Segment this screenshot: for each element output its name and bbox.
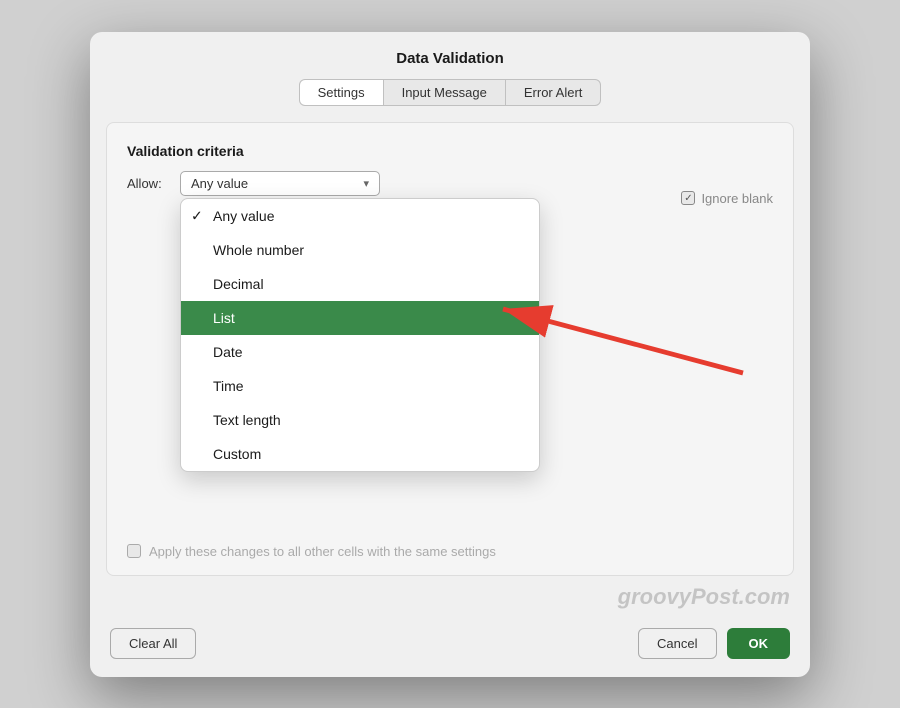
ignore-blank-row: ✓ Ignore blank <box>681 191 773 206</box>
dialog-content: Validation criteria Allow: Any value Any… <box>106 122 794 576</box>
dialog-title: Data Validation <box>90 32 810 79</box>
allow-dropdown-container: Any value Any value Whole number Decimal… <box>180 171 380 196</box>
allow-label: Allow: <box>127 176 172 191</box>
ignore-blank-checkbox[interactable]: ✓ <box>681 191 695 205</box>
dialog-footer: Clear All Cancel OK <box>90 614 810 677</box>
ok-button[interactable]: OK <box>727 628 791 659</box>
data-validation-dialog: Data Validation Settings Input Message E… <box>90 32 810 677</box>
dropdown-item-time[interactable]: Time <box>181 369 539 403</box>
allow-dropdown[interactable]: Any value <box>180 171 380 196</box>
clear-all-button[interactable]: Clear All <box>110 628 196 659</box>
dropdown-item-decimal[interactable]: Decimal <box>181 267 539 301</box>
watermark: groovyPost.com <box>90 576 810 614</box>
dropdown-item-text-length[interactable]: Text length <box>181 403 539 437</box>
apply-changes-checkbox[interactable] <box>127 544 141 558</box>
dropdown-menu: Any value Whole number Decimal List Date… <box>180 198 540 472</box>
tabs-bar: Settings Input Message Error Alert <box>90 79 810 122</box>
tab-error-alert[interactable]: Error Alert <box>505 79 602 106</box>
tab-input-message[interactable]: Input Message <box>383 79 505 106</box>
dropdown-item-any-value[interactable]: Any value <box>181 199 539 233</box>
allow-row: Allow: Any value Any value Whole number … <box>127 171 773 196</box>
dropdown-item-list[interactable]: List <box>181 301 539 335</box>
footer-right-buttons: Cancel OK <box>638 628 790 659</box>
dropdown-item-whole-number[interactable]: Whole number <box>181 233 539 267</box>
apply-changes-label: Apply these changes to all other cells w… <box>149 544 496 559</box>
section-title: Validation criteria <box>127 143 773 159</box>
apply-changes-row: Apply these changes to all other cells w… <box>127 534 773 559</box>
ignore-blank-label: Ignore blank <box>701 191 773 206</box>
dropdown-selected-value: Any value <box>191 176 248 191</box>
dropdown-item-date[interactable]: Date <box>181 335 539 369</box>
tab-settings[interactable]: Settings <box>299 79 383 106</box>
cancel-button[interactable]: Cancel <box>638 628 716 659</box>
dropdown-item-custom[interactable]: Custom <box>181 437 539 471</box>
